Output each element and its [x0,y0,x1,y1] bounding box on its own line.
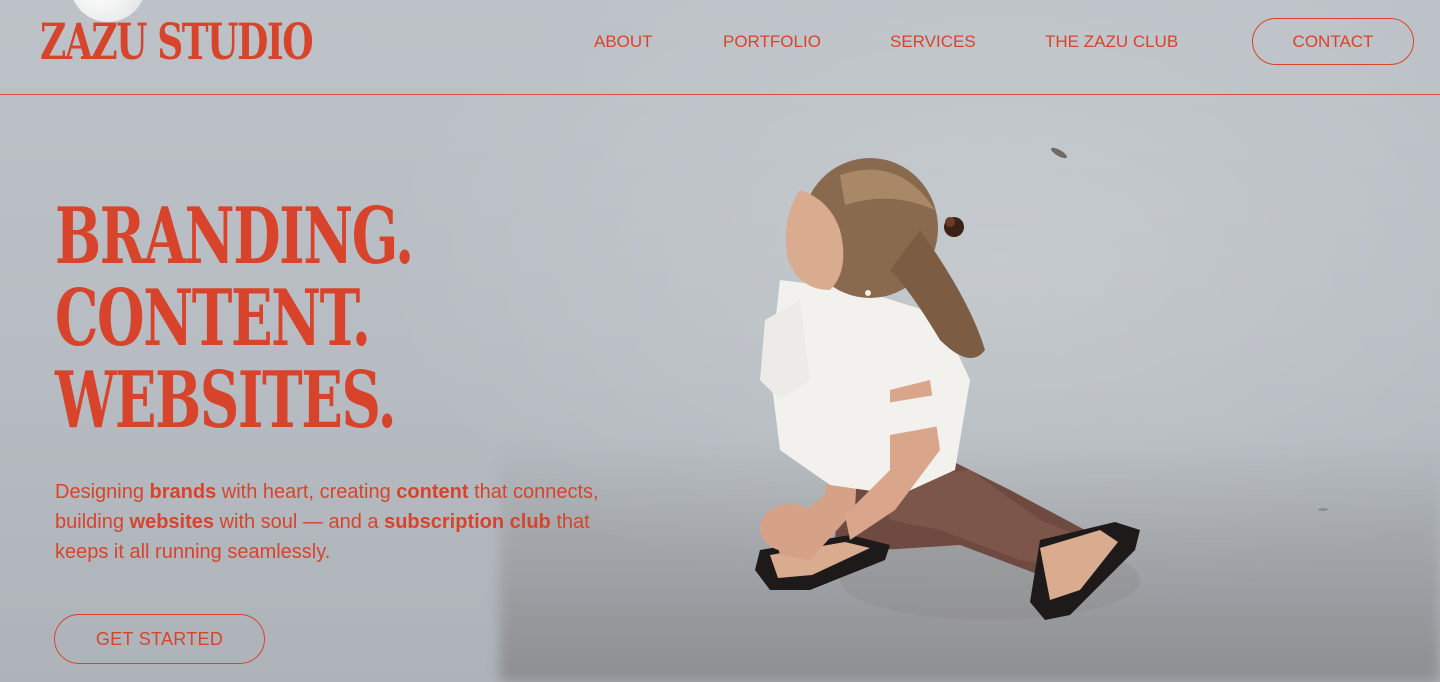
headline-line-websites: WEBSITES. [55,355,397,446]
get-started-button[interactable]: GET STARTED [54,614,265,664]
headline-line-content: CONTENT. [55,273,371,364]
hero-headline: BRANDING. CONTENT. WEBSITES. [55,191,414,446]
nav-about[interactable]: ABOUT [594,31,653,53]
subtext-bold-brands: brands [149,481,217,503]
hero-subtext: Designing brands with heart, creating co… [55,477,615,567]
site-header: ZAZU STUDIO ABOUT PORTFOLIO SERVICES THE… [0,0,1440,95]
subtext-bold-content: content [396,481,469,503]
contact-button[interactable]: CONTACT [1252,18,1414,65]
nav-portfolio[interactable]: PORTFOLIO [723,31,821,53]
subtext-bold-websites: websites [129,511,214,533]
debris-decoration [1318,508,1328,511]
subtext-part: Designing [55,481,150,503]
subtext-part: with heart, creating [216,481,397,503]
nav-the-zazu-club[interactable]: THE ZAZU CLUB [1045,31,1178,53]
headline-line-branding: BRANDING. [55,191,414,282]
subtext-bold-subscription-club: subscription club [384,511,551,533]
subtext-part: with soul — and a [214,511,385,533]
logo[interactable]: ZAZU STUDIO [40,14,314,70]
nav-services[interactable]: SERVICES [890,31,976,53]
woman-walking-photo [755,158,1140,620]
